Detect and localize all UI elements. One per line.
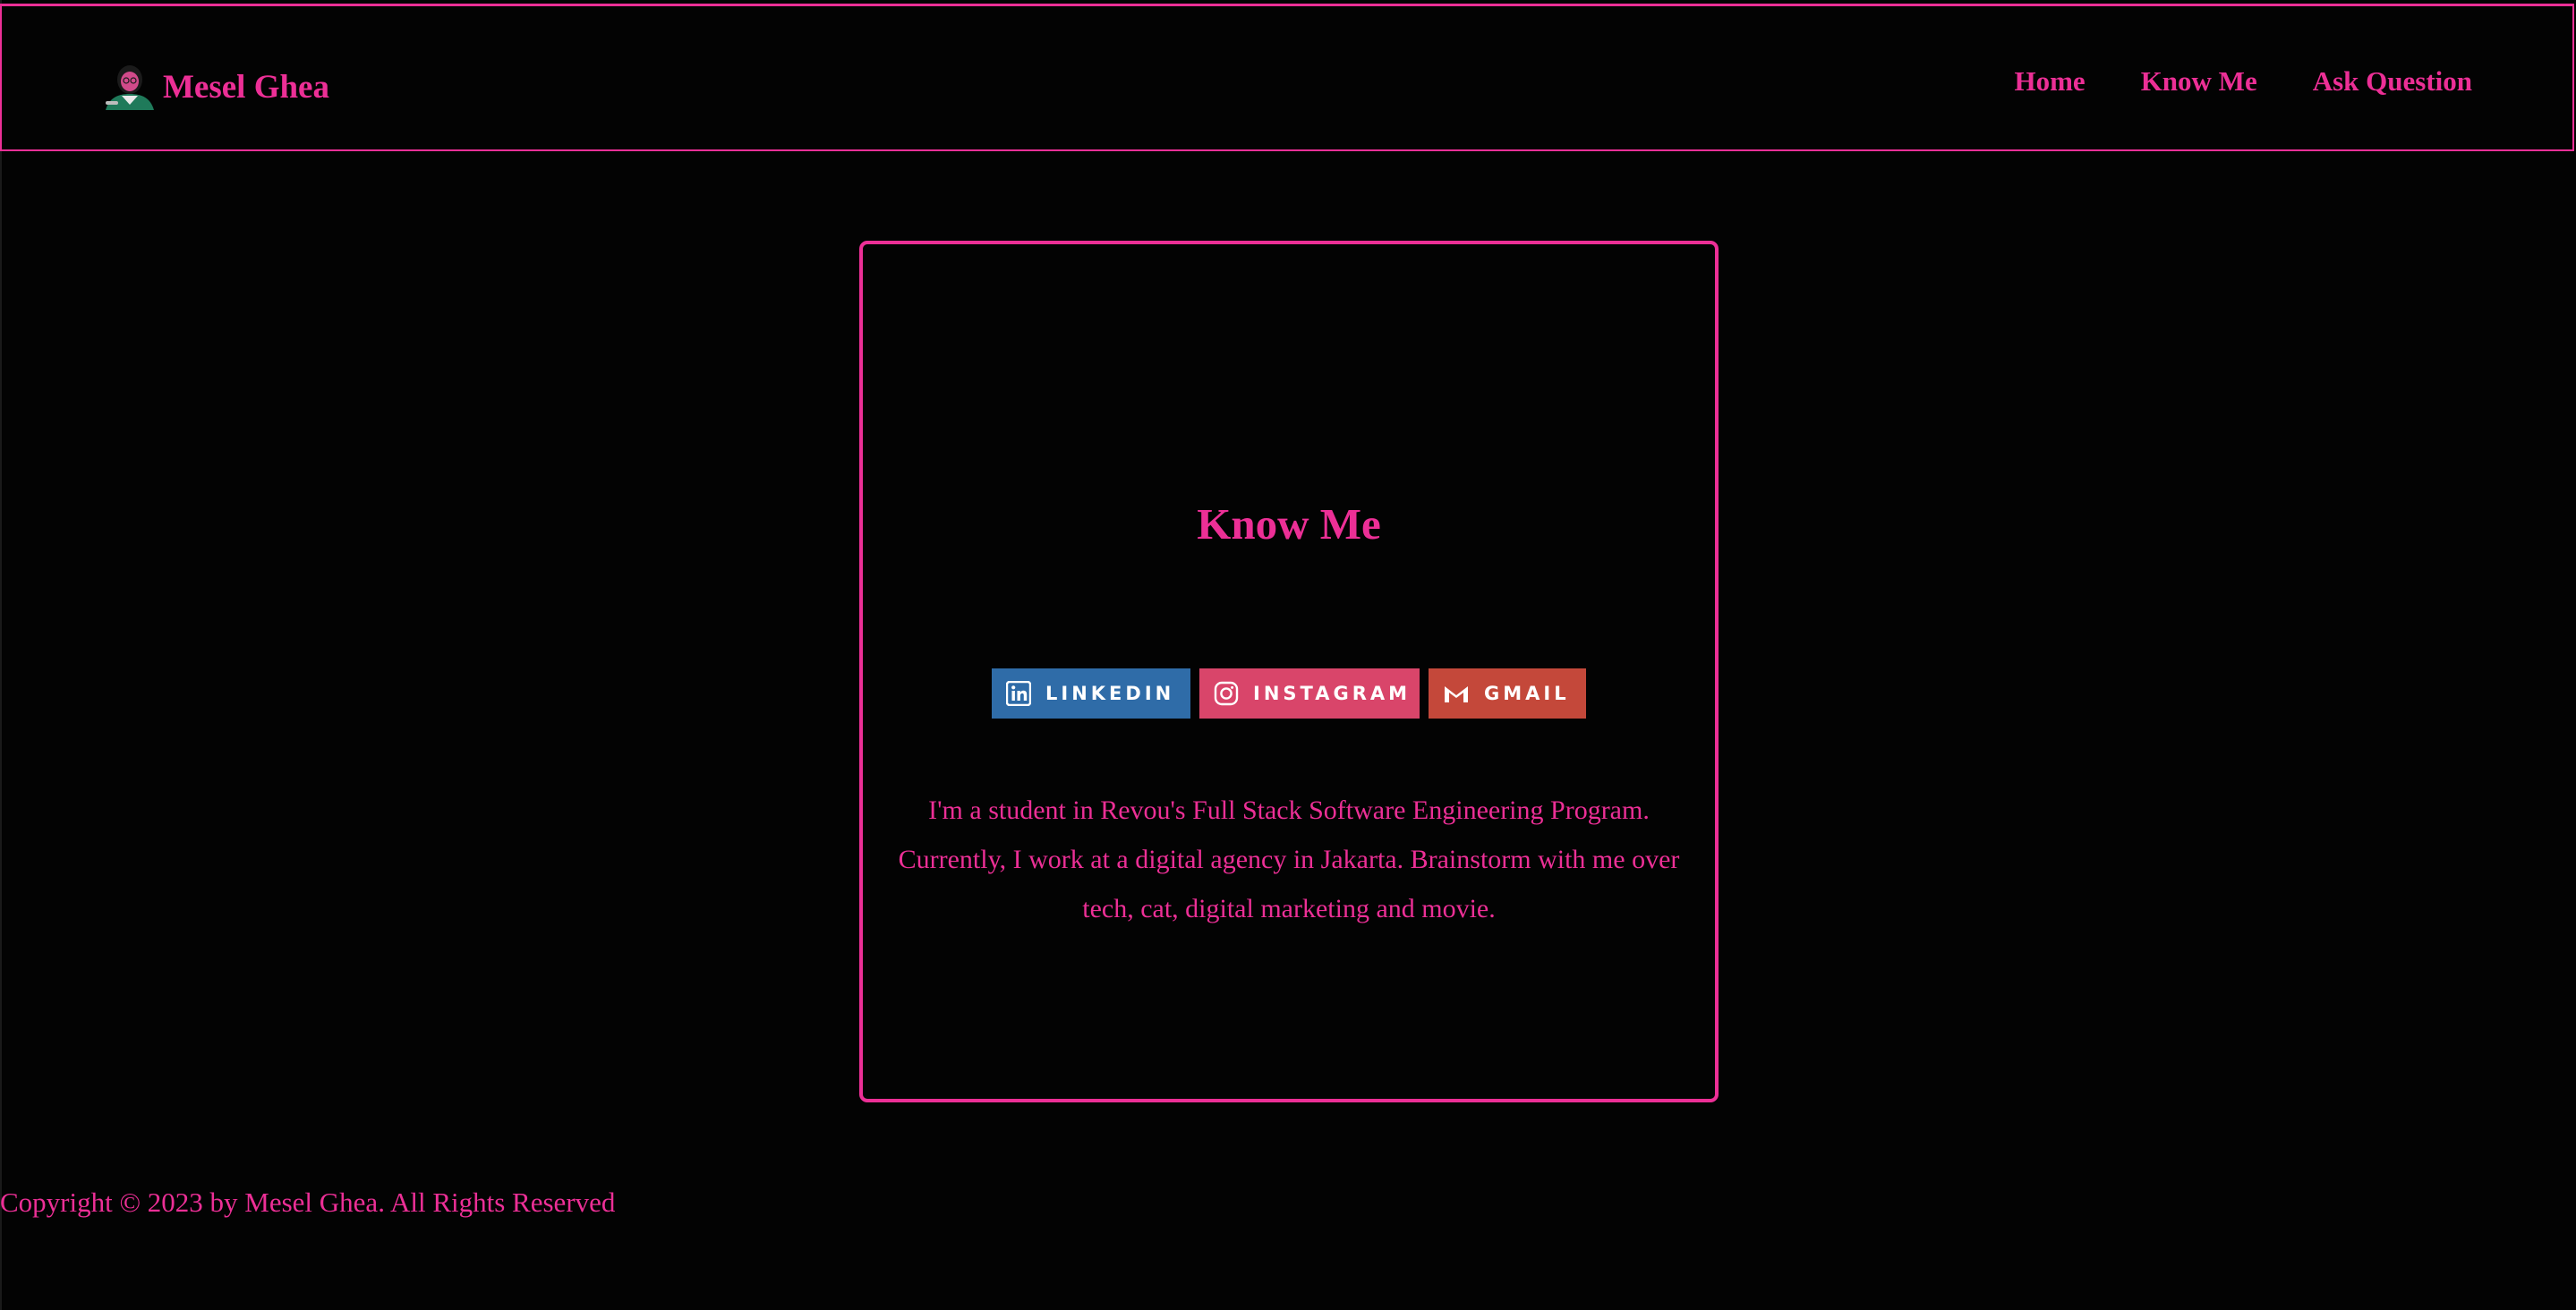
bio-text: I'm a student in Revou's Full Stack Soft…	[898, 795, 1680, 923]
copyright-text: Copyright © 2023 by Mesel Ghea. All Righ…	[0, 1187, 616, 1218]
gmail-label: GMAIL	[1484, 683, 1570, 704]
linkedin-icon	[1006, 680, 1031, 707]
instagram-icon	[1214, 680, 1239, 707]
brand-name: Mesel Ghea	[163, 68, 329, 106]
brand[interactable]: Mesel Ghea	[102, 60, 329, 114]
instagram-button[interactable]: INSTAGRAM	[1199, 668, 1420, 719]
page-left-edge	[0, 0, 2, 1310]
social-badges: LINKEDIN INSTAGRAM GMAIL	[863, 668, 1715, 719]
card-title: Know Me	[1197, 499, 1381, 549]
gmail-icon	[1443, 680, 1470, 707]
know-me-card: Know Me LINKEDIN INSTAGRAM GMAIL I'm a s…	[859, 241, 1719, 1102]
avatar	[102, 64, 158, 110]
instagram-label: INSTAGRAM	[1253, 683, 1412, 704]
linkedin-label: LINKEDIN	[1045, 683, 1175, 704]
nav-link-know-me[interactable]: Know Me	[2141, 65, 2257, 98]
linkedin-button[interactable]: LINKEDIN	[992, 668, 1190, 719]
site-header: Mesel Ghea Home Know Me Ask Question	[0, 4, 2574, 151]
nav-link-ask-question[interactable]: Ask Question	[2313, 65, 2472, 98]
main-nav: Home Know Me Ask Question	[2014, 65, 2472, 98]
gmail-button[interactable]: GMAIL	[1429, 668, 1586, 719]
nav-link-home[interactable]: Home	[2014, 65, 2085, 98]
